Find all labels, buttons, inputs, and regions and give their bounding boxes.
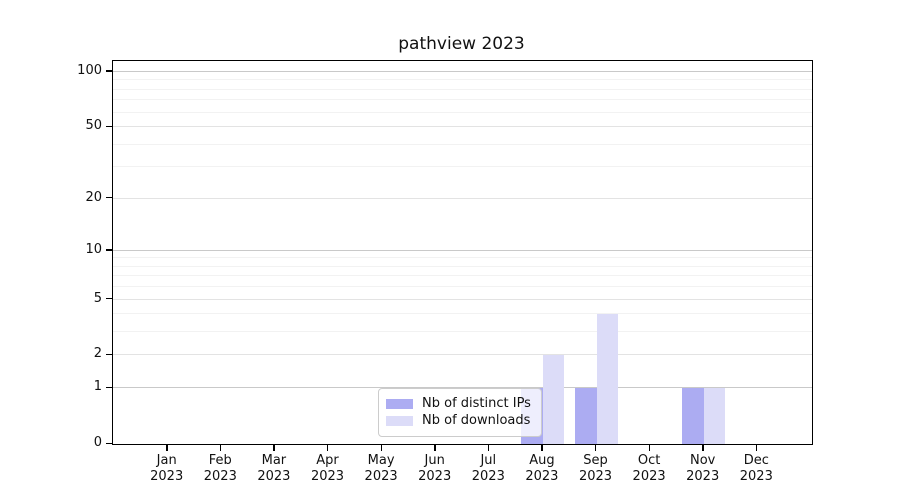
y-axis-tick — [106, 354, 112, 355]
y-gridline — [113, 354, 812, 355]
bar-downloads-aug-2023 — [543, 355, 565, 444]
y-gridline-minor — [113, 144, 812, 145]
y-gridline-minor — [113, 331, 812, 332]
y-tick-label: 100 — [38, 63, 102, 79]
y-gridline — [113, 71, 812, 72]
y-gridline — [113, 250, 812, 251]
legend-item-downloads: Nb of downloads — [386, 412, 541, 429]
y-axis-tick — [106, 126, 112, 127]
y-axis-tick — [106, 298, 112, 299]
bar-distinct-ips-sep-2023 — [575, 388, 597, 444]
x-axis-tick — [434, 445, 435, 451]
y-gridline-minor — [113, 286, 812, 287]
y-tick-label: 10 — [38, 242, 102, 258]
y-axis-tick — [106, 387, 112, 388]
y-gridline-minor — [113, 266, 812, 267]
x-tick-label: Dec2023 — [724, 453, 788, 485]
y-gridline-minor — [113, 257, 812, 258]
y-gridline — [113, 126, 812, 127]
y-gridline-minor — [113, 79, 812, 80]
legend-label-downloads: Nb of downloads — [422, 413, 530, 429]
legend: Nb of distinct IPs Nb of downloads — [378, 388, 542, 437]
y-gridline-minor — [113, 99, 812, 100]
x-axis-tick — [756, 445, 757, 451]
y-gridline-minor — [113, 313, 812, 314]
y-tick-label: 2 — [38, 346, 102, 362]
y-tick-label: 1 — [38, 379, 102, 395]
x-axis-tick — [649, 445, 650, 451]
y-axis-tick — [106, 443, 112, 444]
y-gridline-minor — [113, 275, 812, 276]
legend-swatch-downloads — [386, 416, 413, 426]
x-axis-tick — [220, 445, 221, 451]
y-gridline-minor — [113, 89, 812, 90]
y-tick-label: 50 — [38, 118, 102, 134]
x-axis-tick — [702, 445, 703, 451]
y-axis-tick — [106, 249, 112, 250]
legend-label-distinct-ips: Nb of distinct IPs — [422, 396, 531, 412]
x-axis-tick — [541, 445, 542, 451]
y-gridline-minor — [113, 166, 812, 167]
y-axis-tick — [106, 70, 112, 71]
y-tick-label: 0 — [38, 435, 102, 451]
y-gridline-minor — [113, 112, 812, 113]
x-axis-tick — [166, 445, 167, 451]
legend-item-distinct-ips: Nb of distinct IPs — [386, 395, 541, 412]
chart-title: pathview 2023 — [112, 33, 811, 55]
x-axis-tick — [327, 445, 328, 451]
legend-swatch-distinct-ips — [386, 399, 413, 409]
x-axis-tick — [595, 445, 596, 451]
y-axis-tick — [106, 197, 112, 198]
download-stats-chart: pathview 2023 Nb of distinct IPs Nb of d… — [0, 0, 900, 500]
y-tick-label: 5 — [38, 291, 102, 307]
y-gridline — [113, 198, 812, 199]
x-axis-tick — [488, 445, 489, 451]
x-axis-tick — [273, 445, 274, 451]
bar-downloads-sep-2023 — [597, 314, 619, 444]
y-gridline — [113, 299, 812, 300]
x-axis-tick — [381, 445, 382, 451]
bar-downloads-nov-2023 — [704, 388, 726, 444]
y-tick-label: 20 — [38, 190, 102, 206]
bar-distinct-ips-nov-2023 — [682, 388, 704, 444]
